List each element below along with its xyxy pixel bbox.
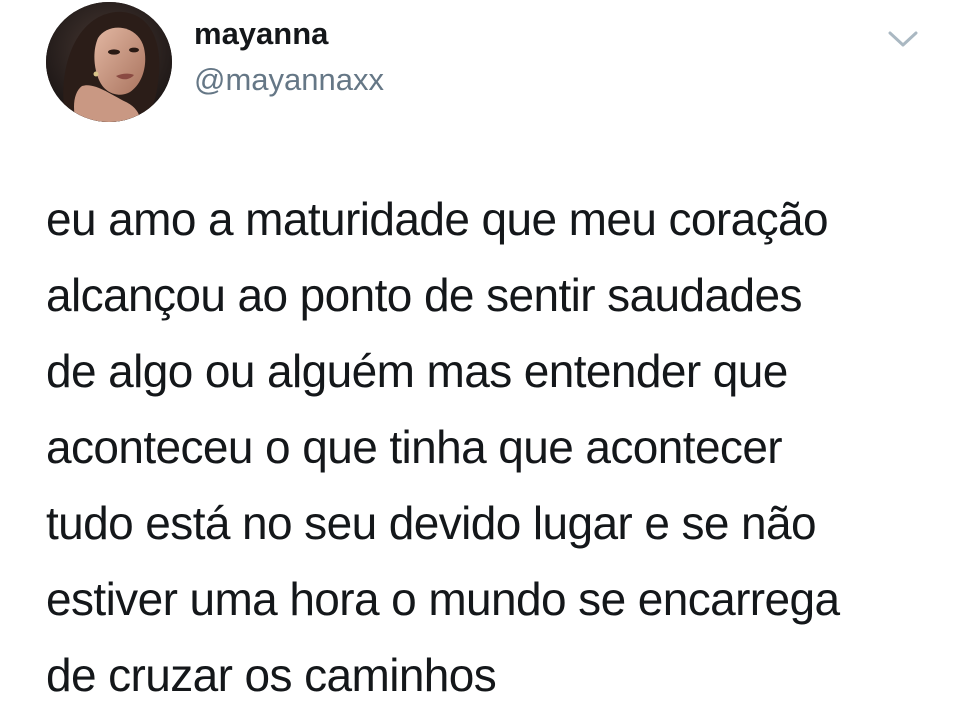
tweet-text: eu amo a maturidade que meu coração alca… xyxy=(46,181,946,713)
tweet-text-line: eu amo a maturidade que meu coração xyxy=(46,193,829,245)
author-display-name[interactable]: mayanna xyxy=(194,14,328,54)
tweet-text-line: tudo está no seu devido lugar e se não xyxy=(46,497,817,549)
tweet-card: mayanna @mayannaxx eu amo a maturidade q… xyxy=(0,0,960,701)
avatar[interactable] xyxy=(46,2,172,122)
chevron-down-icon[interactable] xyxy=(886,26,920,50)
tweet-text-line: estiver uma hora o mundo se encarrega xyxy=(46,573,840,625)
tweet-text-line: aconteceu o que tinha que acontecer xyxy=(46,421,783,473)
profile-photo xyxy=(46,2,172,122)
tweet-text-line: de algo ou alguém mas entender que xyxy=(46,345,788,397)
author-handle[interactable]: @mayannaxx xyxy=(194,60,384,100)
tweet-text-line: alcançou ao ponto de sentir saudades xyxy=(46,269,802,321)
tweet-text-line: de cruzar os caminhos xyxy=(46,649,497,701)
